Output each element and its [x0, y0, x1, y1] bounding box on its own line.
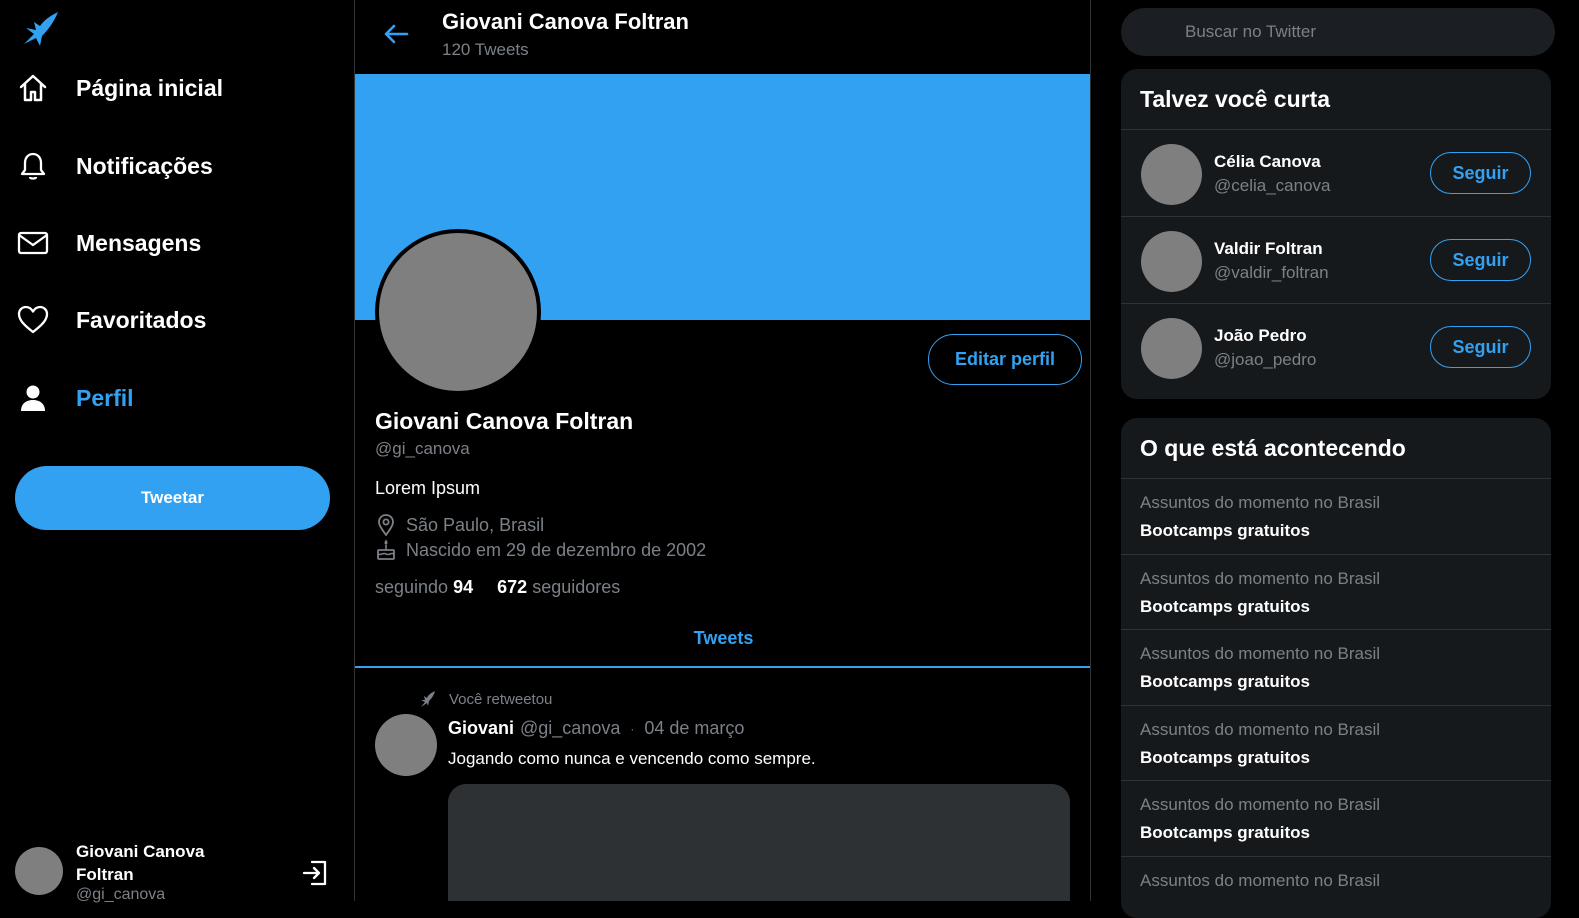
suggested-user-name: Valdir Foltran [1214, 239, 1323, 259]
trend-context: Assuntos do momento no Brasil [1140, 795, 1551, 815]
tweet-date[interactable]: 04 de março [644, 718, 744, 739]
tweet-separator: · [630, 722, 634, 736]
tweet-card[interactable]: Você retweetou Giovani @gi_canova · 04 d… [355, 670, 1091, 901]
nav-item-messages[interactable]: Mensagens [14, 217, 201, 269]
trend-item[interactable]: Assuntos do momento no Brasil Bootcamps … [1121, 555, 1551, 631]
profile-header: Giovani Canova Foltran 120 Tweets [355, 0, 1091, 74]
search-input[interactable]: Buscar no Twitter [1121, 8, 1555, 56]
back-arrow-icon[interactable] [381, 19, 411, 49]
profile-location: São Paulo, Brasil [375, 514, 544, 536]
logout-icon[interactable] [300, 858, 330, 888]
right-sidebar: Buscar no Twitter Talvez você curta Céli… [1121, 0, 1555, 901]
list-item[interactable]: Célia Canova @celia_canova Seguir [1121, 130, 1551, 217]
bird-logo-icon[interactable] [20, 10, 60, 52]
followers-link[interactable]: 672 seguidores [497, 577, 620, 598]
avatar[interactable] [1141, 231, 1202, 292]
main-column: Giovani Canova Foltran 120 Tweets Editar… [354, 0, 1091, 901]
tweet-media[interactable] [448, 784, 1070, 901]
trends-title: O que está acontecendo [1121, 418, 1551, 479]
account-switcher[interactable]: Giovani Canova Foltran @gi_canova [15, 838, 335, 908]
trend-item[interactable]: Assuntos do momento no Brasil Bootcamps … [1121, 479, 1551, 555]
following-count: 94 [453, 577, 473, 597]
location-text: São Paulo, Brasil [406, 515, 544, 536]
edit-profile-button[interactable]: Editar perfil [928, 334, 1082, 385]
suggested-user-handle: @valdir_foltran [1214, 263, 1329, 283]
trend-topic: Bootcamps gratuitos [1140, 597, 1551, 617]
retweet-label: Você retweetou [449, 691, 552, 708]
person-icon [14, 379, 52, 417]
profile-birth: Nascido em 29 de dezembro de 2002 [375, 539, 706, 561]
nav-label-favorites: Favoritados [76, 307, 206, 334]
avatar[interactable] [1141, 318, 1202, 379]
follow-button[interactable]: Seguir [1430, 326, 1531, 368]
nav-item-notifications[interactable]: Notificações [14, 140, 213, 192]
nav-item-home[interactable]: Página inicial [14, 62, 223, 114]
retweet-indicator: Você retweetou [419, 690, 552, 708]
cake-icon [375, 539, 397, 561]
trend-context: Assuntos do momento no Brasil [1140, 871, 1551, 891]
account-handle: @gi_canova [76, 886, 165, 904]
trend-topic: Bootcamps gratuitos [1140, 672, 1551, 692]
suggested-user-handle: @celia_canova [1214, 176, 1331, 196]
tweet-text: Jogando como nunca e vencendo como sempr… [448, 749, 816, 769]
profile-handle: @gi_canova [375, 439, 470, 459]
list-item[interactable]: Valdir Foltran @valdir_foltran Seguir [1121, 217, 1551, 304]
trend-item[interactable]: Assuntos do momento no Brasil [1121, 857, 1551, 918]
followers-count: 672 [497, 577, 527, 597]
profile-bio: Lorem Ipsum [375, 478, 480, 499]
trend-context: Assuntos do momento no Brasil [1140, 493, 1551, 513]
account-name: Giovani Canova Foltran [76, 840, 236, 886]
suggested-user-name: Célia Canova [1214, 152, 1321, 172]
who-to-follow-title: Talvez você curta [1121, 69, 1551, 130]
profile-avatar[interactable] [375, 229, 541, 395]
location-pin-icon [375, 514, 397, 536]
follow-button[interactable]: Seguir [1430, 239, 1531, 281]
header-name: Giovani Canova Foltran [442, 9, 689, 35]
suggested-user-name: João Pedro [1214, 326, 1307, 346]
trend-context: Assuntos do momento no Brasil [1140, 569, 1551, 589]
tweet-button[interactable]: Tweetar [15, 466, 330, 530]
trend-item[interactable]: Assuntos do momento no Brasil Bootcamps … [1121, 781, 1551, 857]
header-tweet-count: 120 Tweets [442, 40, 529, 60]
trend-context: Assuntos do momento no Brasil [1140, 720, 1551, 740]
nav-label-profile: Perfil [76, 385, 134, 412]
nav-label-home: Página inicial [76, 75, 223, 102]
trend-topic: Bootcamps gratuitos [1140, 748, 1551, 768]
follow-stats: seguindo 94 672 seguidores [375, 577, 620, 598]
nav-item-favorites[interactable]: Favoritados [14, 294, 206, 346]
avatar[interactable] [1141, 144, 1202, 205]
tab-tweets[interactable]: Tweets [355, 610, 1091, 668]
list-item[interactable]: João Pedro @joao_pedro Seguir [1121, 304, 1551, 391]
tweet-header: Giovani @gi_canova · 04 de março [448, 718, 744, 739]
avatar [15, 847, 63, 895]
who-to-follow-panel: Talvez você curta Célia Canova @celia_ca… [1121, 69, 1551, 399]
search-placeholder: Buscar no Twitter [1185, 22, 1316, 42]
suggested-user-handle: @joao_pedro [1214, 350, 1316, 370]
nav-label-notifications: Notificações [76, 153, 213, 180]
birth-text: Nascido em 29 de dezembro de 2002 [406, 540, 706, 561]
trend-item[interactable]: Assuntos do momento no Brasil Bootcamps … [1121, 630, 1551, 706]
tweet-author-name[interactable]: Giovani [448, 718, 514, 739]
trend-topic: Bootcamps gratuitos [1140, 823, 1551, 843]
following-link[interactable]: seguindo 94 [375, 577, 473, 598]
home-icon [14, 69, 52, 107]
trend-context: Assuntos do momento no Brasil [1140, 644, 1551, 664]
tweet-author-handle: @gi_canova [520, 718, 620, 739]
tweet-avatar[interactable] [375, 714, 437, 776]
left-sidebar: Página inicial Notificações Mensagens Fa… [0, 0, 354, 901]
mail-icon [14, 224, 52, 262]
profile-name: Giovani Canova Foltran [375, 408, 633, 435]
trend-item[interactable]: Assuntos do momento no Brasil Bootcamps … [1121, 706, 1551, 782]
trends-panel: O que está acontecendo Assuntos do momen… [1121, 418, 1551, 918]
heart-icon [14, 301, 52, 339]
nav-item-profile[interactable]: Perfil [14, 372, 134, 424]
retweet-bird-icon [419, 690, 437, 708]
follow-button[interactable]: Seguir [1430, 152, 1531, 194]
nav-label-messages: Mensagens [76, 230, 201, 257]
trend-topic: Bootcamps gratuitos [1140, 521, 1551, 541]
bell-icon [14, 147, 52, 185]
